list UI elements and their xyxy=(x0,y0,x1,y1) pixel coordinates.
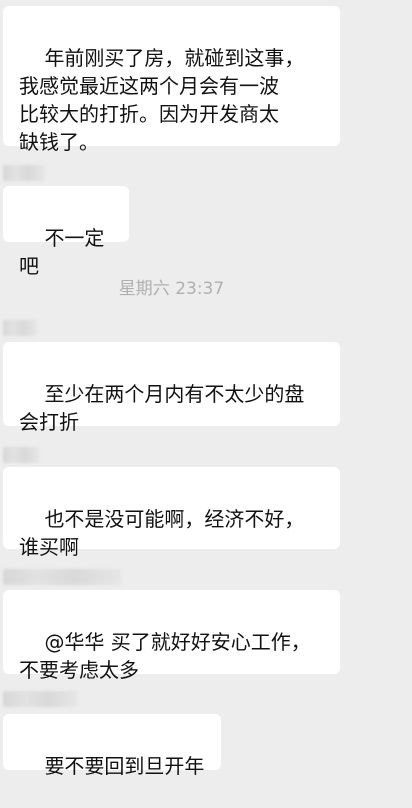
message-bubble[interactable]: 年前刚买了房，就碰到这事， 我感觉最近这两个月会有一波 比较大的打折。因为开发商… xyxy=(3,6,340,154)
message-bubble[interactable]: 至少在两个月内有不太少的盘 会打折 xyxy=(3,342,340,434)
message-text: 要不要回到旦开年 xyxy=(44,754,205,778)
message-bubble[interactable]: 要不要回到旦开年 xyxy=(3,714,221,778)
message-bubble[interactable]: 也不是没可能啊，经济不好， 谁买啊 xyxy=(3,467,340,559)
message-text: 年前刚买了房，就碰到这事， 我感觉最近这两个月会有一波 比较大的打折。因为开发商… xyxy=(19,46,305,154)
message-text: 不一定吧 xyxy=(19,226,105,278)
message-text: @华华 买了就好好安心工作， 不要考虑太多 xyxy=(19,630,311,682)
chat-view[interactable]: 年前刚买了房，就碰到这事， 我感觉最近这两个月会有一波 比较大的打折。因为开发商… xyxy=(0,0,412,778)
sender-name-blurred xyxy=(3,165,45,181)
chat-timestamp: 星期六 23:37 xyxy=(118,279,225,299)
message-text: 至少在两个月内有不太少的盘 会打折 xyxy=(19,382,305,434)
sender-name-blurred xyxy=(3,447,39,463)
message-bubble[interactable]: 不一定吧 xyxy=(3,186,129,278)
sender-name-blurred xyxy=(3,320,37,336)
message-text: 也不是没可能啊，经济不好， 谁买啊 xyxy=(19,507,305,559)
sender-name-blurred xyxy=(3,691,77,707)
message-bubble[interactable]: @华华 买了就好好安心工作， 不要考虑太多 xyxy=(3,590,340,682)
sender-name-blurred xyxy=(3,569,121,585)
